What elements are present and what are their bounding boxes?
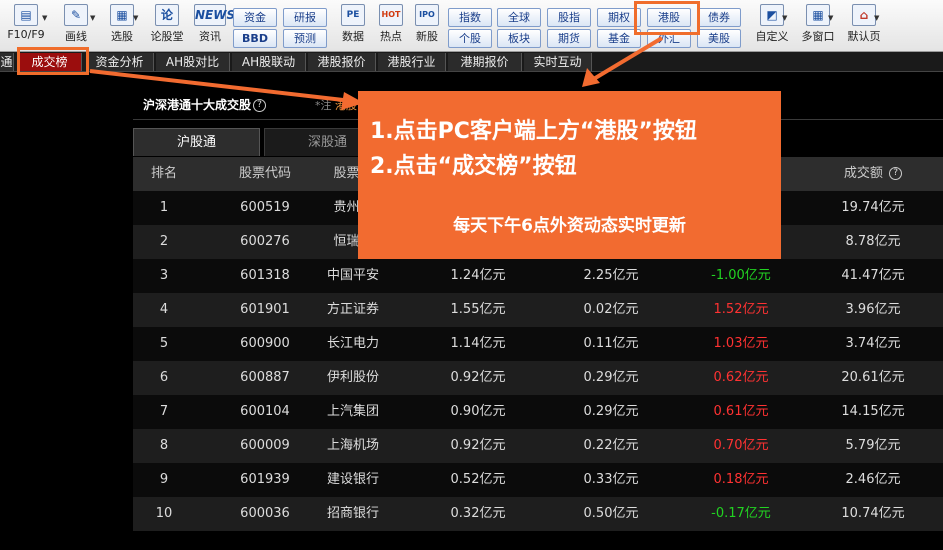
annotation-arrows: [89, 36, 664, 110]
arrow-to-turnover: [89, 69, 353, 103]
callout-step1: 1.点击PC客户端上方“港股”按钮: [370, 119, 697, 144]
arrow-to-hk: [590, 36, 664, 82]
callout-update-note: 每天下午6点外资动态实时更新: [453, 216, 686, 236]
instruction-callout: 1.点击PC客户端上方“港股”按钮 2.点击“成交榜”按钮 每天下午6点外资动态…: [358, 91, 781, 259]
callout-step2: 2.点击“成交榜”按钮: [370, 154, 577, 179]
